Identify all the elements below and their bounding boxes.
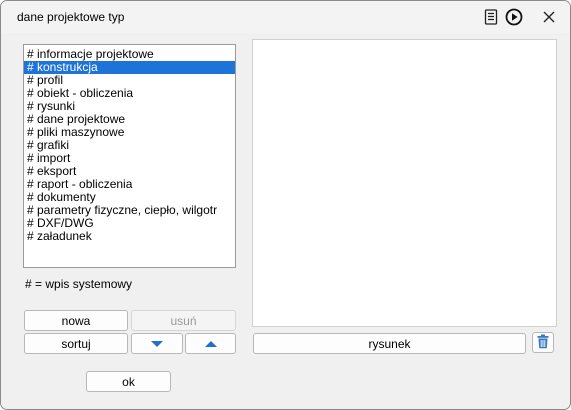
- new-button[interactable]: nowa: [24, 310, 128, 331]
- system-entry-legend: # = wpis systemowy: [25, 277, 133, 291]
- arrow-down-icon: [150, 337, 164, 351]
- list-items: # informacje projektowe # konstrukcja # …: [24, 48, 235, 243]
- move-down-button[interactable]: [131, 333, 183, 354]
- close-icon[interactable]: [539, 7, 559, 27]
- category-listbox[interactable]: # informacje projektowe # konstrukcja # …: [23, 44, 236, 268]
- drawing-button[interactable]: rysunek: [253, 333, 526, 354]
- list-item[interactable]: # załadunek: [24, 230, 235, 243]
- play-circle-icon[interactable]: [504, 7, 524, 27]
- arrow-up-icon: [204, 337, 218, 351]
- dialog-window: dane projektowe typ # informacje projekt…: [0, 0, 571, 410]
- sort-button[interactable]: sortuj: [24, 333, 128, 354]
- document-list-icon[interactable]: [481, 7, 501, 27]
- title-bar[interactable]: dane projektowe typ: [1, 1, 570, 33]
- drawing-preview-area: [252, 39, 557, 327]
- trash-button[interactable]: [532, 332, 554, 353]
- trash-icon: [537, 334, 549, 352]
- window-title: dane projektowe typ: [17, 10, 125, 24]
- move-up-button[interactable]: [185, 333, 236, 354]
- delete-button[interactable]: usuń: [131, 310, 236, 331]
- ok-button[interactable]: ok: [86, 371, 171, 392]
